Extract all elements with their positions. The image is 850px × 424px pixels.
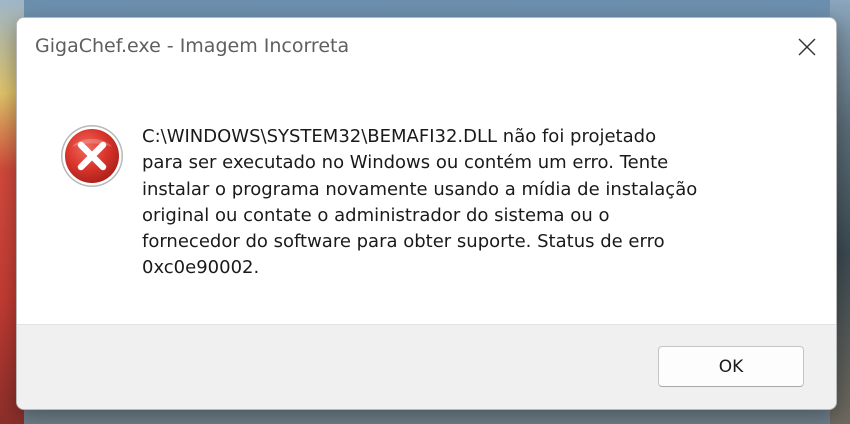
- dialog-content: C:\WINDOWS\SYSTEM32\BEMAFI32.DLL não foi…: [17, 78, 836, 324]
- ok-button[interactable]: OK: [658, 346, 804, 387]
- dialog-title: GigaChef.exe - Imagem Incorreta: [35, 35, 350, 57]
- error-icon: [61, 125, 123, 187]
- error-message: C:\WINDOWS\SYSTEM32\BEMAFI32.DLL não foi…: [142, 126, 698, 279]
- title-bar[interactable]: GigaChef.exe - Imagem Incorreta: [17, 18, 836, 78]
- error-dialog: GigaChef.exe - Imagem Incorreta C:\WINDO…: [16, 17, 837, 410]
- close-button[interactable]: [778, 18, 836, 76]
- dialog-footer: OK: [17, 324, 836, 409]
- close-icon: [798, 38, 816, 56]
